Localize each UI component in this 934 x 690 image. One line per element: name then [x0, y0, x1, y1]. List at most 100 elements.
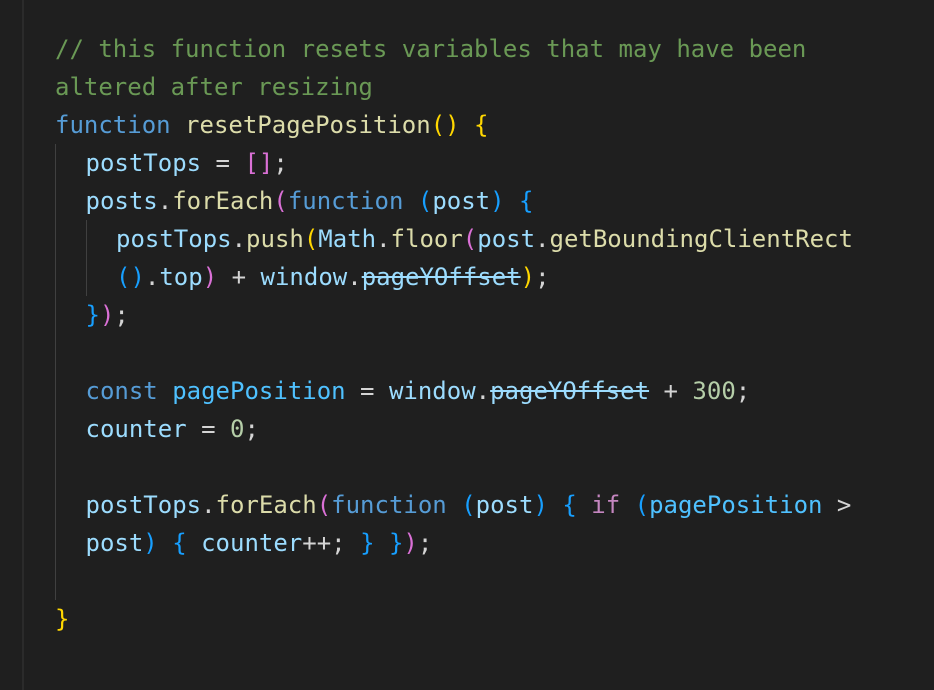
- code-token: floor: [390, 225, 463, 253]
- code-token: push: [246, 225, 304, 253]
- code-token: .: [231, 225, 247, 253]
- indent-guide-level-2: [86, 220, 87, 296]
- code-token: ): [202, 263, 218, 291]
- code-line[interactable]: function resetPagePosition() {: [55, 106, 489, 144]
- code-token: getBoundingClientRect: [549, 225, 853, 253]
- code-token: postTops: [116, 225, 232, 253]
- code-token: (: [273, 187, 288, 215]
- code-token: .: [475, 377, 491, 405]
- code-token: (): [430, 111, 460, 139]
- code-token: ++;: [302, 529, 361, 557]
- code-token: post: [477, 225, 536, 253]
- code-token: =: [345, 377, 389, 405]
- code-token: (: [316, 491, 332, 519]
- code-token: function: [331, 491, 447, 519]
- code-token: ): [143, 529, 158, 557]
- code-token: const: [85, 377, 158, 405]
- code-token: ): [99, 301, 115, 329]
- code-token: .: [376, 225, 391, 253]
- code-token: (: [417, 187, 433, 215]
- code-token: }: [85, 301, 100, 329]
- code-token: {: [519, 187, 534, 215]
- code-token: counter: [85, 415, 187, 443]
- code-token: ;: [417, 529, 433, 557]
- code-token: ): [403, 529, 418, 557]
- code-token: pagePosition: [172, 377, 346, 405]
- code-token: .: [157, 187, 173, 215]
- code-line[interactable]: });: [86, 296, 129, 334]
- code-token: =: [186, 415, 231, 443]
- code-token: function: [287, 187, 404, 215]
- code-line[interactable]: postTops = [];: [86, 144, 288, 182]
- code-token: resetPagePosition: [185, 111, 431, 139]
- code-token: altered after resizing: [55, 73, 373, 101]
- code-token: .: [201, 491, 216, 519]
- code-line[interactable]: // this function resets variables that m…: [55, 30, 806, 68]
- indent-guide-level-1: [55, 144, 56, 600]
- code-token: if: [591, 491, 621, 519]
- code-line[interactable]: counter = 0;: [86, 410, 259, 448]
- code-token: ;: [244, 415, 259, 443]
- code-token: .: [347, 263, 362, 291]
- code-line[interactable]: const pagePosition = window.pageYOffset …: [86, 372, 751, 410]
- code-token: .: [144, 263, 160, 291]
- code-token: Math: [318, 225, 377, 253]
- code-token: (: [462, 225, 478, 253]
- code-token: 0: [230, 415, 245, 443]
- code-token: ;: [273, 149, 288, 177]
- code-token: +: [649, 377, 693, 405]
- code-line[interactable]: altered after resizing: [55, 68, 373, 106]
- code-editor[interactable]: // this function resets variables that m…: [0, 0, 934, 690]
- code-token: (: [461, 491, 476, 519]
- code-token: pagePosition: [649, 491, 823, 519]
- code-token: }: [55, 605, 70, 633]
- code-line[interactable]: postTops.forEach(function (post) { if (p…: [86, 486, 852, 524]
- code-line[interactable]: posts.forEach(function (post) {: [86, 182, 534, 220]
- code-line[interactable]: }: [55, 600, 69, 638]
- code-token: posts: [85, 187, 158, 215]
- code-token: .: [535, 225, 550, 253]
- code-token: 300: [692, 377, 736, 405]
- code-token: ): [533, 491, 548, 519]
- code-token: postTops: [85, 491, 202, 519]
- code-token: forEach: [215, 491, 317, 519]
- code-token: forEach: [172, 187, 274, 215]
- code-token: ): [490, 187, 505, 215]
- code-token: ;: [735, 377, 751, 405]
- code-token: (: [303, 225, 319, 253]
- code-token: window: [260, 263, 348, 291]
- code-line[interactable]: ().top) + window.pageYOffset);: [116, 258, 550, 296]
- code-token: ;: [535, 263, 550, 291]
- code-token: {: [172, 529, 187, 557]
- code-token: (: [634, 491, 650, 519]
- code-line[interactable]: post) { counter++; } });: [86, 524, 433, 562]
- code-token: counter: [201, 529, 303, 557]
- code-token: post: [85, 529, 144, 557]
- code-token: function: [55, 111, 171, 139]
- code-token: >: [822, 491, 852, 519]
- code-token: =: [201, 149, 245, 177]
- code-token: pageYOffset: [361, 263, 521, 291]
- code-token: ;: [114, 301, 129, 329]
- code-token: {: [562, 491, 577, 519]
- code-token: pageYOffset: [490, 377, 650, 405]
- code-token: post: [432, 187, 491, 215]
- code-token: }: [388, 529, 404, 557]
- code-line[interactable]: postTops.push(Math.floor(post.getBoundin…: [116, 220, 853, 258]
- code-token: {: [474, 111, 489, 139]
- code-token: // this function resets variables that m…: [55, 35, 807, 63]
- editor-gutter-edge: [22, 0, 24, 690]
- code-token: ): [520, 263, 536, 291]
- code-token: window: [388, 377, 476, 405]
